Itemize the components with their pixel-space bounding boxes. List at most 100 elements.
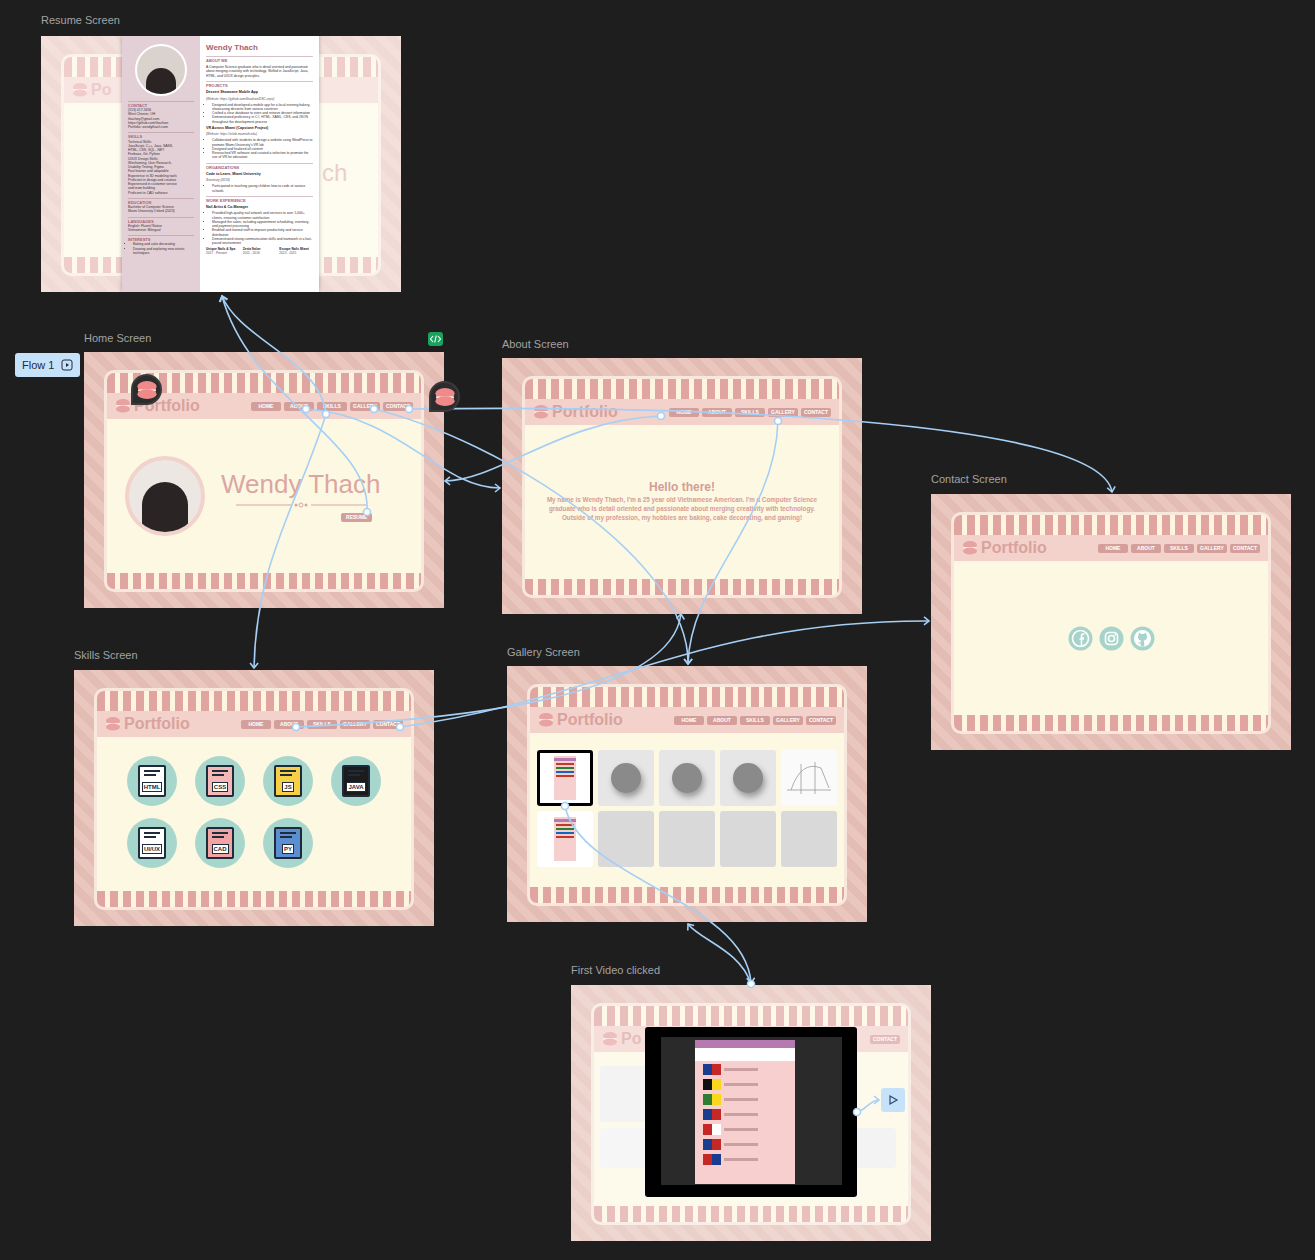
nav-button[interactable]: SKILLS	[317, 402, 347, 411]
job-item: Escape Nails Miami2013 - 2015	[279, 247, 313, 255]
play-icon[interactable]	[881, 1088, 905, 1112]
nav-button[interactable]: HOME	[251, 402, 281, 411]
screen-card: PortfolioHOMEABOUTSKILLSGALLERYCONTACTHe…	[522, 376, 842, 598]
document-icon: JS	[274, 765, 302, 797]
nav-button[interactable]: ABOUT	[1131, 544, 1161, 553]
gallery-thumbnail[interactable]	[720, 750, 776, 806]
entry-bullet: Crafted a clear database to store and re…	[212, 111, 313, 115]
nav-button[interactable]: GALLERY	[773, 716, 803, 725]
nav-button[interactable]: CONTACT	[383, 402, 413, 411]
nav-button[interactable]: GALLERY	[768, 408, 798, 417]
nav-button[interactable]: CONTACT	[1230, 544, 1260, 553]
brand-title: Portfolio	[124, 716, 190, 732]
skill-badge: CAD	[195, 818, 245, 868]
entry-bullets: Provided high-quality nail artwork and s…	[206, 211, 313, 245]
job-place: Escape Nails Miami	[279, 247, 313, 251]
document-line	[280, 836, 292, 838]
nav-button[interactable]: SKILLS	[307, 720, 337, 729]
about-text: A Computer Science graduate who is detai…	[206, 65, 313, 78]
about-text: My name is Wendy Thach, I'm a 25 year ol…	[542, 496, 822, 522]
render-shape	[672, 763, 702, 793]
nav-button[interactable]: HOME	[669, 408, 699, 417]
document-line	[144, 836, 156, 838]
gallery-thumbnail[interactable]	[659, 811, 715, 867]
hero-text: Wendy ThachRESUME	[221, 471, 380, 522]
app-list-row	[695, 1137, 795, 1152]
comment-pin[interactable]	[429, 381, 460, 412]
gallery-thumbnail[interactable]	[781, 811, 837, 867]
video-player[interactable]	[645, 1027, 857, 1197]
nav-button[interactable]: HOME	[1098, 544, 1128, 553]
flag-stripe	[712, 1064, 721, 1075]
flag-stripe	[712, 1139, 721, 1150]
nav-button[interactable]: CONTACT	[373, 720, 403, 729]
nav-button[interactable]: CONTACT	[806, 716, 836, 725]
gallery-thumbnail[interactable]	[598, 750, 654, 806]
nav-button[interactable]: ABOUT	[702, 408, 732, 417]
resume-button[interactable]: RESUME	[341, 513, 372, 522]
macaron-icon	[105, 716, 121, 732]
nav-button[interactable]: ABOUT	[274, 720, 304, 729]
nav-menu: HOMEABOUTSKILLSGALLERYCONTACT	[674, 716, 836, 725]
macaron-icon	[533, 404, 549, 420]
nav-button[interactable]: SKILLS	[735, 408, 765, 417]
awning-top	[107, 373, 421, 393]
nav-button[interactable]: SKILLS	[740, 716, 770, 725]
app-tabbar	[695, 1048, 795, 1062]
section-lines: Technical Skills:JavaScript, C++, Java, …	[128, 140, 194, 195]
comment-pin[interactable]	[131, 374, 162, 405]
gallery-thumbnail[interactable]	[659, 750, 715, 806]
awning-top	[525, 379, 839, 399]
entry-title: Dessert Showcase Mobile App	[206, 90, 313, 94]
sidebar-section: SKILLSTechnical Skills:JavaScript, C++, …	[128, 132, 194, 194]
nav-button[interactable]: GALLERY	[1197, 544, 1227, 553]
nav-button[interactable]: HOME	[241, 720, 271, 729]
flow-connections	[0, 0, 1315, 1260]
nav-button[interactable]: SKILLS	[1164, 544, 1194, 553]
nav-button[interactable]: GALLERY	[340, 720, 370, 729]
screen-content: Wendy ThachRESUME	[107, 419, 421, 573]
flow-badge[interactable]: Flow 1	[15, 353, 80, 377]
gallery-thumbnail[interactable]	[537, 811, 593, 867]
frame-label: Home Screen	[84, 333, 151, 344]
flag-icon	[703, 1094, 721, 1105]
flag-stripe	[703, 1124, 712, 1135]
frame-label: Gallery Screen	[507, 647, 580, 658]
skill-badge: JS	[263, 756, 313, 806]
awning-top	[97, 691, 411, 711]
flag-stripe	[703, 1079, 712, 1090]
instagram-icon[interactable]	[1099, 626, 1124, 651]
gallery-thumbnail[interactable]	[537, 750, 593, 806]
brand-title: Portfolio	[552, 404, 618, 420]
nav-button[interactable]: CONTACT	[801, 408, 831, 417]
document-line	[212, 836, 224, 838]
app-list-row	[695, 1092, 795, 1107]
nav-button[interactable]: GALLERY	[350, 402, 380, 411]
resume-main: Wendy ThachABOUT MEA Computer Science gr…	[200, 36, 319, 292]
macaron-icon	[136, 379, 158, 401]
app-list-row	[695, 1122, 795, 1137]
nav-menu: HOMEABOUTSKILLSGALLERYCONTACT	[669, 408, 831, 417]
render-image	[720, 750, 776, 806]
flag-stripe	[703, 1064, 712, 1075]
gallery-thumbnail[interactable]	[781, 750, 837, 806]
nav-button[interactable]: HOME	[674, 716, 704, 725]
app-row	[556, 824, 574, 826]
nav-button[interactable]: ABOUT	[284, 402, 314, 411]
flag-icon	[703, 1139, 721, 1150]
flow-label: Flow 1	[22, 360, 54, 371]
nav-bar: PortfolioHOMEABOUTSKILLSGALLERYCONTACT	[954, 535, 1268, 561]
github-icon[interactable]	[1130, 626, 1155, 651]
entry-bullets: Participated in teaching young children …	[206, 184, 313, 193]
gallery-thumbnail[interactable]	[598, 811, 654, 867]
facebook-icon[interactable]	[1068, 626, 1093, 651]
sidebar-line: Proficient in design and creative	[128, 178, 194, 182]
document-line	[212, 774, 224, 776]
section-lines: (513) 417-5656West Chester, OHthachwy@gm…	[128, 108, 194, 129]
app-row	[556, 771, 574, 773]
flag-stripe	[703, 1094, 712, 1105]
awning-bottom	[97, 891, 411, 907]
gallery-thumbnail[interactable]	[720, 811, 776, 867]
nav-button[interactable]: ABOUT	[707, 716, 737, 725]
app-header	[554, 758, 576, 761]
